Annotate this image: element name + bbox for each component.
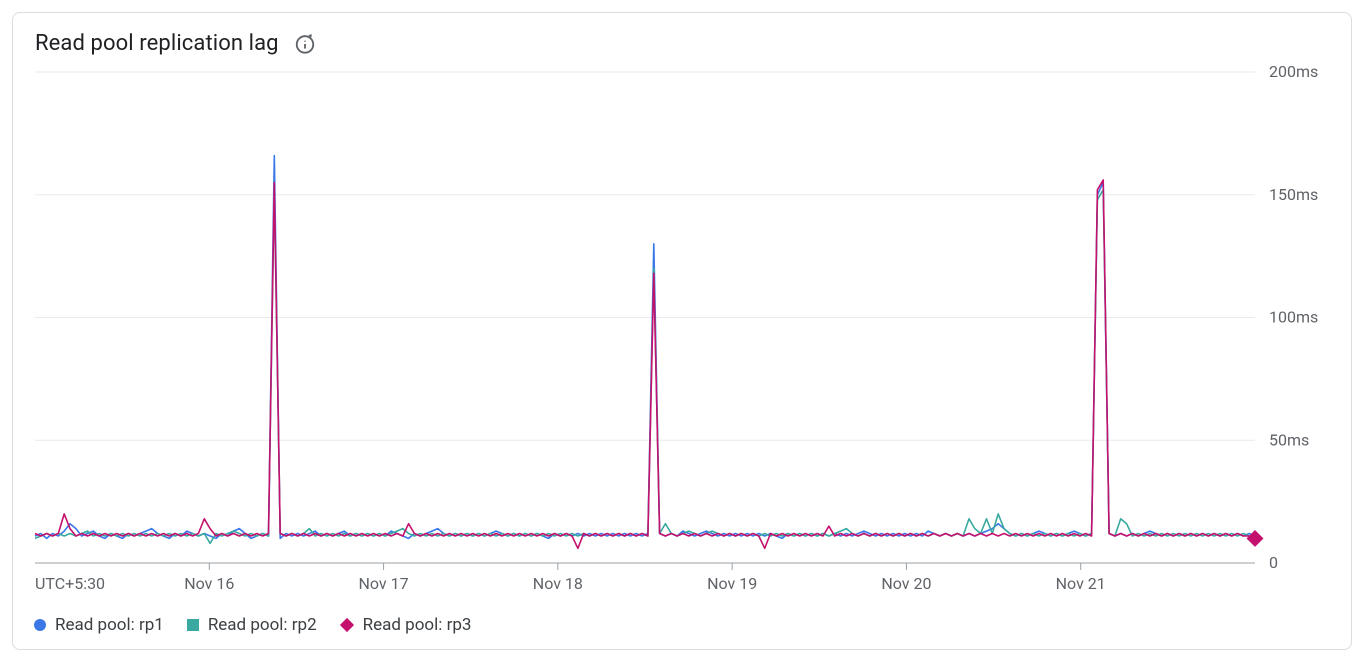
timezone-label: UTC+5:30 — [35, 574, 105, 593]
svg-text:Nov 17: Nov 17 — [359, 574, 409, 593]
chart-plot-area[interactable]: 0 50ms 100ms 150ms 200ms Nov 16 Nov 17 Nov 18 No… — [29, 62, 1335, 607]
line-chart-svg: 0 50ms 100ms 150ms 200ms Nov 16 Nov 17 Nov 18 No… — [29, 62, 1335, 607]
legend-label: Read pool: rp2 — [208, 615, 317, 635]
svg-text:100ms: 100ms — [1269, 308, 1318, 327]
svg-text:Nov 21: Nov 21 — [1056, 574, 1106, 593]
chart-title: Read pool replication lag — [35, 31, 279, 56]
svg-text:0: 0 — [1269, 553, 1278, 572]
chart-legend: Read pool: rp1 Read pool: rp2 Read pool:… — [29, 607, 1335, 635]
info-refresh-icon[interactable] — [293, 32, 317, 56]
chart-card: Read pool replication lag 0 50ms 100ms 150m… — [12, 12, 1352, 650]
legend-label: Read pool: rp1 — [55, 615, 164, 635]
svg-text:Nov 18: Nov 18 — [533, 574, 583, 593]
legend-item-rp3[interactable]: Read pool: rp3 — [339, 615, 472, 635]
square-marker-icon — [186, 618, 200, 632]
svg-text:150ms: 150ms — [1269, 185, 1318, 204]
diamond-marker-icon — [339, 617, 355, 633]
card-header: Read pool replication lag — [29, 31, 1335, 56]
svg-text:Nov 16: Nov 16 — [184, 574, 234, 593]
svg-text:Nov 20: Nov 20 — [881, 574, 931, 593]
svg-text:Nov 19: Nov 19 — [707, 574, 757, 593]
legend-label: Read pool: rp3 — [363, 615, 472, 635]
svg-text:50ms: 50ms — [1269, 430, 1309, 449]
svg-text:200ms: 200ms — [1269, 62, 1318, 81]
legend-item-rp1[interactable]: Read pool: rp1 — [33, 615, 164, 635]
legend-item-rp2[interactable]: Read pool: rp2 — [186, 615, 317, 635]
circle-marker-icon — [33, 618, 47, 632]
